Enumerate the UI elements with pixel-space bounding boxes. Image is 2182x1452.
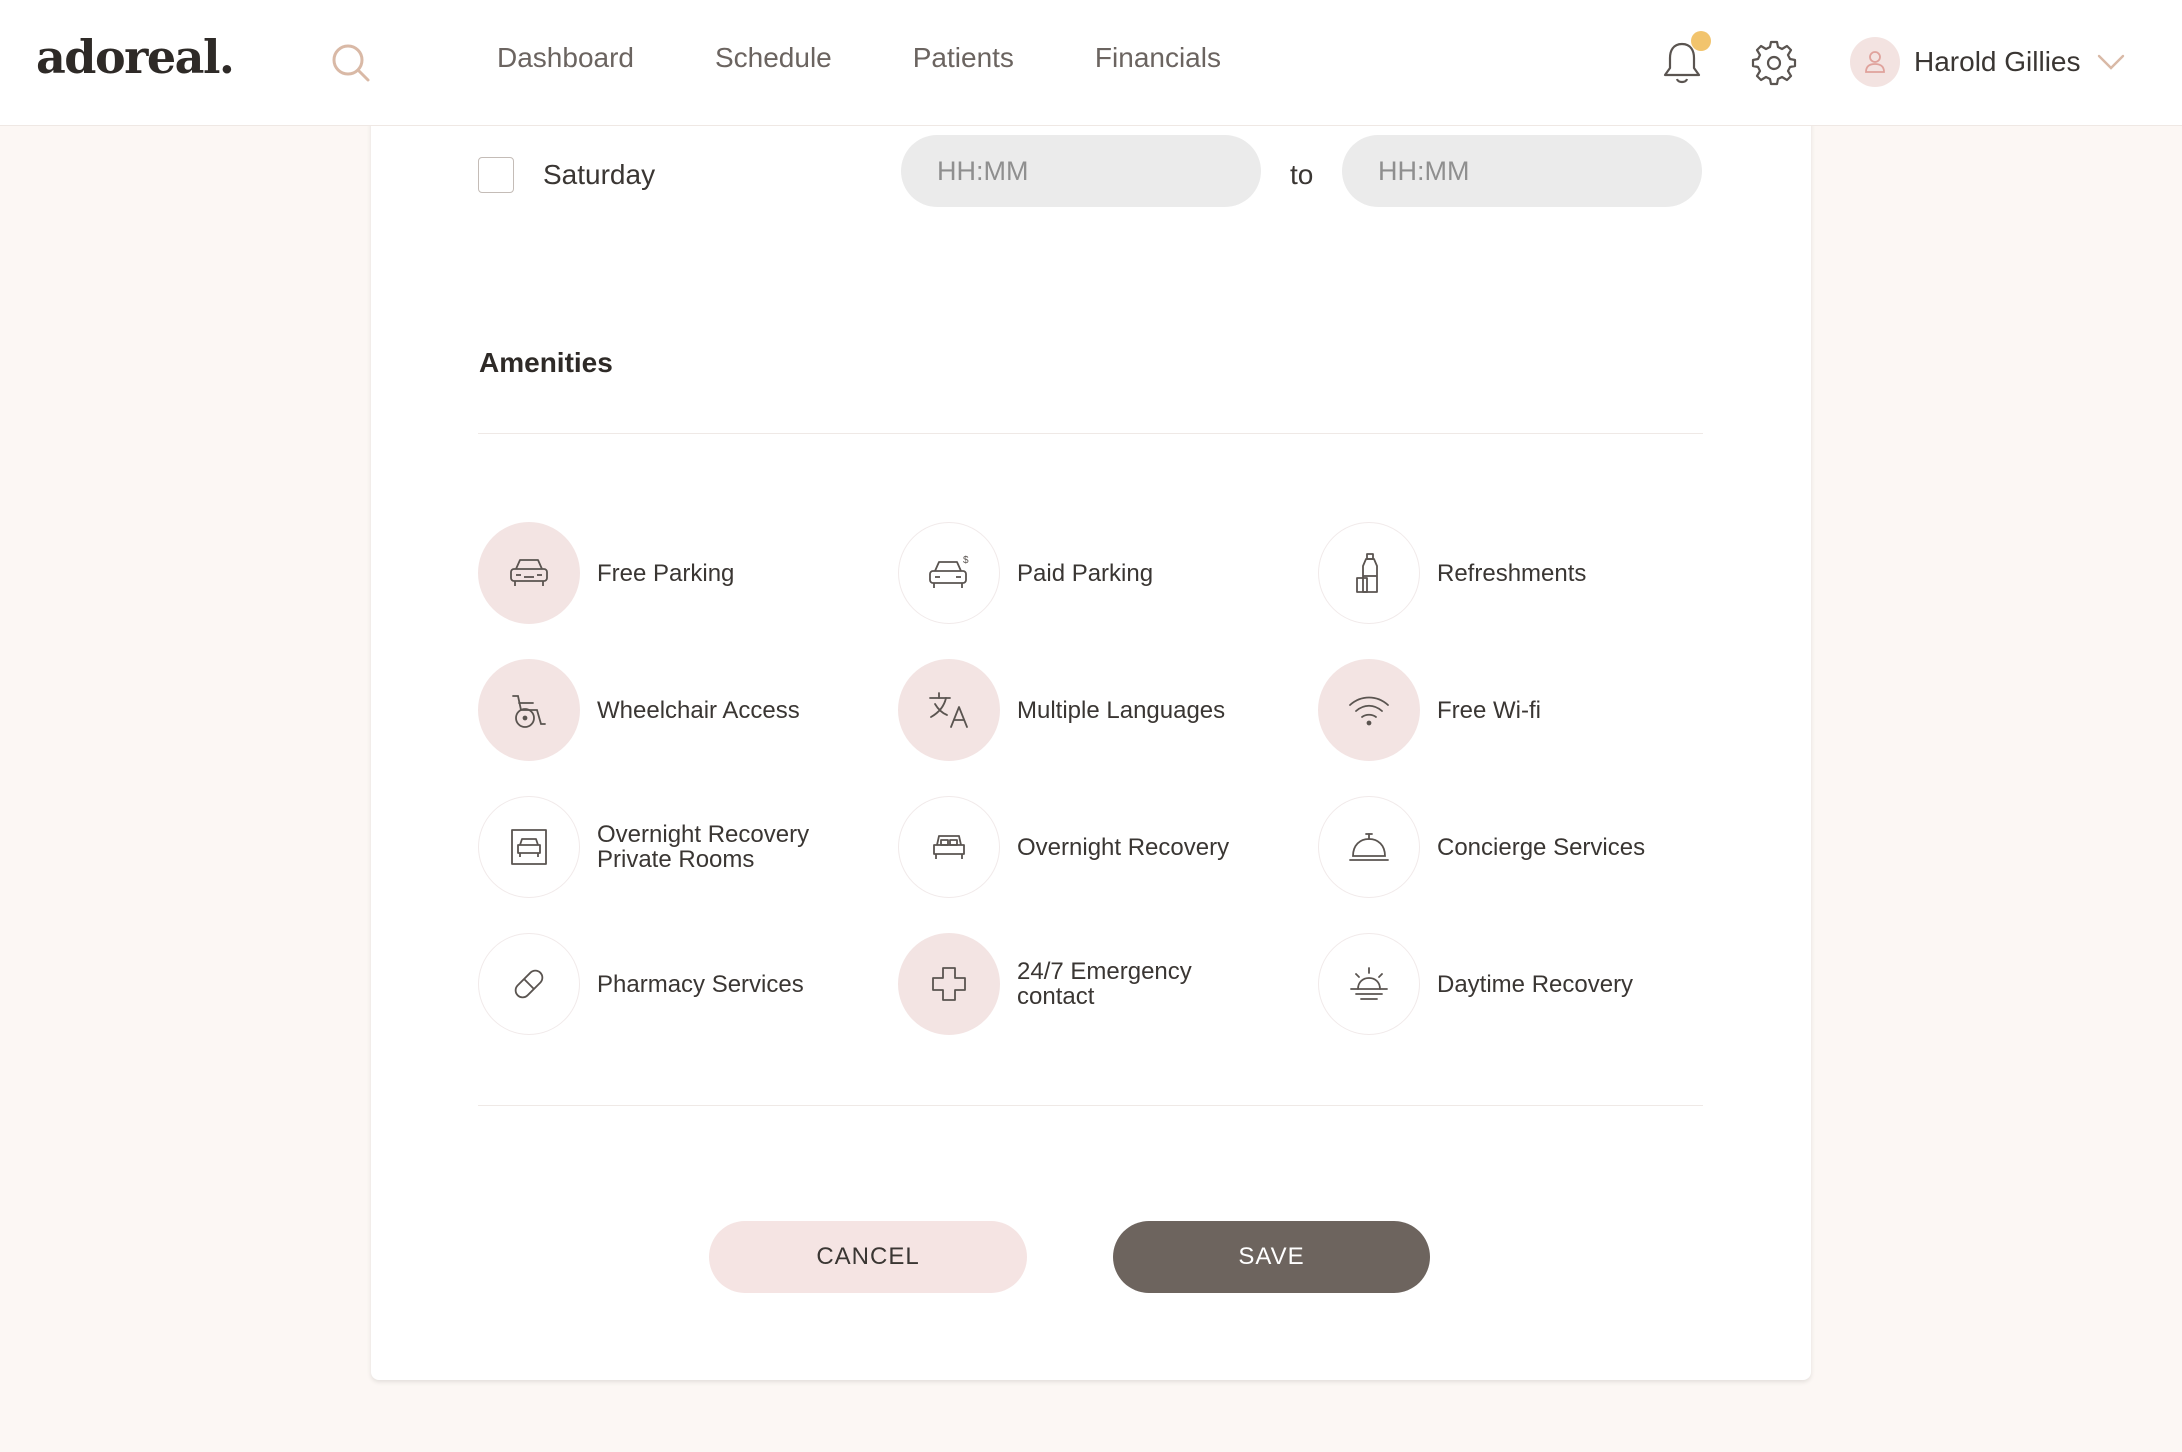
save-button[interactable]: SAVE bbox=[1113, 1221, 1430, 1293]
top-navigation-bar: adoreal. Dashboard Schedule Patients Fin… bbox=[0, 0, 2182, 126]
nav-dashboard[interactable]: Dashboard bbox=[497, 42, 634, 74]
bottle-icon bbox=[1318, 522, 1420, 624]
amenity-free-wifi[interactable]: Free Wi-fi bbox=[1318, 659, 1698, 761]
amenity-label: Daytime Recovery bbox=[1437, 970, 1634, 998]
gear-icon[interactable] bbox=[1751, 40, 1797, 86]
svg-text:$: $ bbox=[963, 555, 969, 566]
amenity-label: 24/7 Emergency contact bbox=[1017, 958, 1192, 1010]
amenity-label: Free Parking bbox=[597, 559, 735, 587]
amenity-label: Free Wi-fi bbox=[1437, 696, 1541, 724]
close-time-input[interactable] bbox=[1342, 135, 1702, 207]
amenity-label: Wheelchair Access bbox=[597, 696, 800, 724]
user-menu[interactable]: Harold Gillies bbox=[1850, 37, 2125, 87]
service-bell-icon bbox=[1318, 796, 1420, 898]
open-time-input[interactable] bbox=[901, 135, 1261, 207]
car-icon bbox=[478, 522, 580, 624]
user-name: Harold Gillies bbox=[1914, 46, 2081, 77]
wifi-icon bbox=[1318, 659, 1420, 761]
amenities-grid: Free Parking $ Paid Parking Refreshments… bbox=[478, 522, 1718, 1042]
app-logo[interactable]: adoreal. bbox=[36, 30, 235, 84]
sunrise-icon bbox=[1318, 933, 1420, 1035]
amenity-label: Refreshments bbox=[1437, 559, 1587, 587]
amenity-label: Overnight Recovery Private Rooms bbox=[597, 821, 810, 873]
wheelchair-icon bbox=[478, 659, 580, 761]
amenity-label: Multiple Languages bbox=[1017, 696, 1226, 724]
amenity-label: Overnight Recovery bbox=[1017, 833, 1230, 861]
divider bbox=[478, 433, 1703, 434]
pill-icon bbox=[478, 933, 580, 1035]
day-label: Saturday bbox=[543, 159, 656, 190]
private-room-icon bbox=[478, 796, 580, 898]
nav-schedule[interactable]: Schedule bbox=[715, 42, 832, 74]
amenity-pharmacy-services[interactable]: Pharmacy Services bbox=[478, 933, 858, 1035]
cancel-button[interactable]: CANCEL bbox=[709, 1221, 1027, 1293]
amenity-wheelchair-access[interactable]: Wheelchair Access bbox=[478, 659, 858, 761]
chevron-down-icon bbox=[2097, 54, 2124, 70]
to-label: to bbox=[1290, 159, 1314, 190]
saturday-checkbox[interactable] bbox=[478, 157, 514, 193]
amenities-title: Amenities bbox=[479, 347, 613, 378]
nav-financials[interactable]: Financials bbox=[1095, 42, 1221, 74]
divider bbox=[478, 1105, 1703, 1106]
amenity-label: Pharmacy Services bbox=[597, 970, 804, 998]
amenity-multiple-languages[interactable]: Multiple Languages bbox=[898, 659, 1278, 761]
user-icon bbox=[1850, 37, 1900, 87]
amenity-label: Paid Parking bbox=[1017, 559, 1154, 587]
medical-cross-icon bbox=[898, 933, 1000, 1035]
amenity-overnight-recovery-private-rooms[interactable]: Overnight Recovery Private Rooms bbox=[478, 796, 858, 898]
translate-icon bbox=[898, 659, 1000, 761]
amenity-paid-parking[interactable]: $ Paid Parking bbox=[898, 522, 1278, 624]
search-icon[interactable] bbox=[328, 40, 374, 86]
clinic-settings-card: Saturday to Amenities Free Parking bbox=[371, 110, 1811, 1380]
schedule-row-saturday: Saturday to bbox=[477, 135, 1702, 207]
notification-dot bbox=[1691, 31, 1711, 51]
paid-car-icon: $ bbox=[898, 522, 1000, 624]
amenity-daytime-recovery[interactable]: Daytime Recovery bbox=[1318, 933, 1698, 1035]
bed-icon bbox=[898, 796, 1000, 898]
amenity-emergency-contact[interactable]: 24/7 Emergency contact bbox=[898, 933, 1278, 1035]
nav-patients[interactable]: Patients bbox=[913, 42, 1014, 74]
main-nav: Dashboard Schedule Patients Financials bbox=[497, 42, 1302, 74]
amenity-refreshments[interactable]: Refreshments bbox=[1318, 522, 1698, 624]
amenity-free-parking[interactable]: Free Parking bbox=[478, 522, 858, 624]
amenity-overnight-recovery[interactable]: Overnight Recovery bbox=[898, 796, 1278, 898]
amenity-concierge-services[interactable]: Concierge Services bbox=[1318, 796, 1698, 898]
amenity-label: Concierge Services bbox=[1437, 833, 1646, 861]
